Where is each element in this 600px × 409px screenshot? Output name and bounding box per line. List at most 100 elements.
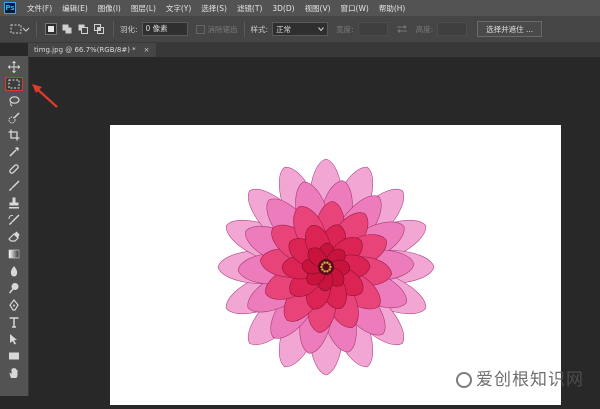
lasso-icon [9, 96, 20, 107]
dodge-tool[interactable] [5, 281, 23, 295]
swap-arrows-icon [396, 25, 407, 33]
feather-label: 羽化: [120, 24, 138, 34]
photoshop-logo: Ps [4, 2, 16, 14]
tools-panel [0, 56, 29, 396]
menu-file[interactable]: 文件(F) [22, 3, 57, 14]
type-tool[interactable] [5, 315, 23, 329]
separator [36, 21, 37, 37]
watermark-logo-icon [456, 372, 472, 388]
checkbox-box [195, 24, 205, 34]
history-brush-icon [8, 214, 20, 225]
chevron-down-icon [318, 27, 324, 32]
new-selection-button[interactable] [45, 23, 57, 35]
separator [113, 21, 114, 37]
lasso-tool[interactable] [5, 94, 23, 108]
quick-selection-icon [8, 112, 20, 124]
clone-stamp-tool[interactable] [5, 196, 23, 210]
rectangle-icon [9, 352, 19, 360]
intersect-selection-button[interactable] [93, 23, 105, 35]
feather-input[interactable]: 0 像素 [141, 22, 188, 36]
intersect-selection-icon [94, 24, 104, 34]
add-selection-icon [62, 24, 72, 34]
close-tab-icon[interactable]: × [144, 46, 150, 54]
flower-stamen [321, 263, 324, 266]
hand-icon [9, 367, 18, 378]
eraser-icon [8, 231, 20, 242]
add-to-selection-button[interactable] [61, 23, 73, 35]
menu-edit[interactable]: 编辑(E) [57, 3, 93, 14]
style-label: 样式: [250, 24, 269, 34]
document-tab-title: timg.jpg @ 66.7%(RGB/8#) * [34, 46, 136, 54]
crop-tool[interactable] [5, 128, 23, 142]
brush-tool[interactable] [5, 179, 23, 193]
subtract-selection-icon [78, 24, 88, 34]
tool-preset-picker[interactable] [10, 24, 30, 34]
quick-selection-tool[interactable] [5, 111, 23, 125]
healing-brush-tool[interactable] [5, 162, 23, 176]
gradient-icon [8, 249, 20, 259]
flower-stamen [323, 261, 326, 264]
new-selection-icon [48, 26, 54, 32]
path-selection-tool[interactable] [5, 332, 23, 346]
menu-3d[interactable]: 3D(D) [267, 4, 299, 13]
watermark-text: 爱创根知识网 [476, 370, 584, 390]
swap-dimensions-button [396, 25, 408, 33]
rectangular-marquee-tool[interactable] [5, 77, 23, 91]
flower-stamen [326, 270, 329, 273]
hand-tool[interactable] [5, 366, 23, 380]
antialias-checkbox[interactable]: 消除锯齿 [195, 24, 238, 35]
flower-stamen [328, 263, 331, 266]
document-tab[interactable]: timg.jpg @ 66.7%(RGB/8#) * × [28, 43, 156, 57]
flower-image [217, 158, 435, 376]
select-and-mask-button[interactable]: 选择并遮住 ... [477, 21, 543, 37]
eraser-tool[interactable] [5, 230, 23, 244]
canvas-area[interactable] [29, 57, 600, 405]
flower-stamen [329, 265, 332, 269]
menu-view[interactable]: 视图(V) [300, 3, 336, 14]
options-bar: 羽化: 0 像素 消除锯齿 样式: 正常 宽度: 高度: 选择并遮住 ... [0, 16, 600, 43]
marquee-icon [8, 79, 20, 89]
stamp-icon [9, 197, 19, 209]
marquee-preset-icon [10, 24, 22, 34]
document-tab-bar: timg.jpg @ 66.7%(RGB/8#) * × [28, 43, 600, 57]
chevron-down-icon [22, 27, 30, 32]
menu-image[interactable]: 图像(I) [93, 3, 126, 14]
separator [243, 21, 245, 37]
watermark: 爱创根知识网 [456, 365, 584, 390]
height-input [437, 22, 468, 36]
eyedropper-tool[interactable] [5, 145, 23, 159]
menu-help[interactable]: 帮助(H) [374, 3, 411, 14]
menu-filter[interactable]: 滤镜(T) [232, 3, 267, 14]
width-input [357, 22, 388, 36]
pen-tool[interactable] [5, 298, 23, 312]
type-icon [9, 317, 19, 328]
menu-select[interactable]: 选择(S) [196, 3, 232, 14]
menu-window[interactable]: 窗口(W) [336, 3, 374, 14]
flower-stamen [323, 270, 326, 273]
dodge-icon [8, 283, 19, 294]
menu-layer[interactable]: 图层(L) [126, 3, 161, 14]
history-brush-tool[interactable] [5, 213, 23, 227]
antialias-label: 消除锯齿 [207, 24, 238, 34]
move-tool[interactable] [5, 60, 23, 74]
flower-stamen [320, 265, 323, 269]
drop-icon [10, 266, 18, 277]
move-icon [8, 61, 20, 73]
gradient-tool[interactable] [5, 247, 23, 261]
flower-stamen [321, 268, 324, 271]
brush-icon [9, 180, 20, 191]
arrow-cursor-icon [10, 334, 17, 345]
rectangle-tool[interactable] [5, 349, 23, 363]
crop-icon [8, 129, 20, 141]
width-label: 宽度: [336, 24, 354, 34]
pen-icon [9, 299, 19, 311]
flower-stamen [328, 268, 331, 271]
blur-tool[interactable] [5, 264, 23, 278]
subtract-from-selection-button[interactable] [77, 23, 89, 35]
menu-bar: Ps 文件(F) 编辑(E) 图像(I) 图层(L) 文字(Y) 选择(S) 滤… [0, 0, 600, 16]
style-select[interactable]: 正常 [272, 22, 329, 36]
menu-type[interactable]: 文字(Y) [161, 3, 196, 14]
document-canvas[interactable] [110, 125, 561, 405]
flower-stamen [326, 261, 329, 264]
annotation-arrow [32, 84, 58, 108]
